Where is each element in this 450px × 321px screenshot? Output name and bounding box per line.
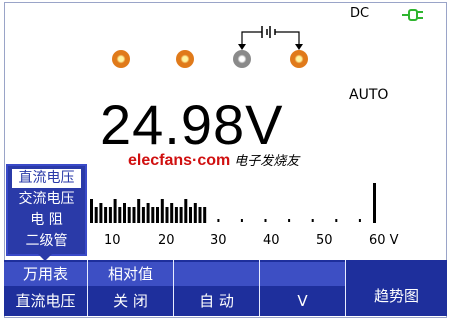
softkey-bar: 万用表 直流电压 相对值 关 闭 自 动 V 趋势图 [4, 260, 447, 316]
softkey-1[interactable]: 万用表 直流电压 [4, 260, 88, 316]
bar-segment [189, 207, 192, 223]
softkey-5[interactable]: 趋势图 [346, 260, 447, 316]
watermark: elecfans·com 电子发烧友 [128, 150, 299, 170]
softkey-5-value: 趋势图 [373, 287, 419, 305]
bar-segment [170, 203, 174, 223]
bar-segment [94, 207, 98, 223]
softkey-1-value: 直流电压 [15, 292, 76, 310]
range-mode-indicator: AUTO [349, 87, 389, 103]
softkey-2-value: 关 闭 [113, 292, 148, 310]
softkey-4[interactable]: V [260, 260, 346, 316]
bar-segment [179, 207, 183, 223]
scale-label-30: 30 [210, 233, 227, 248]
main-reading: 24.98V [100, 93, 284, 156]
softkey-2[interactable]: 相对值 关 闭 [88, 260, 174, 316]
bar-segment [193, 203, 197, 223]
mode-item-dc-voltage[interactable]: 直流电压 [11, 168, 82, 189]
jack-2-icon [176, 50, 194, 68]
scale-label-20: 20 [158, 233, 175, 248]
bar-segment [151, 207, 155, 223]
bar-segment [198, 207, 202, 223]
battery-connection-icon [238, 26, 303, 50]
mode-item-resistance[interactable]: 电 阻 [8, 210, 85, 231]
full-scale-marker [373, 183, 376, 223]
bar-graph [90, 183, 376, 223]
scale-label-60: 60 V [369, 233, 399, 248]
scale-label-50: 50 [316, 233, 333, 248]
bar-segment [165, 207, 169, 223]
bar-segment [156, 207, 159, 223]
bar-segment [146, 203, 150, 223]
jack-com-icon [233, 50, 251, 68]
bar-segment [141, 207, 145, 223]
bar-segment [184, 199, 188, 223]
scale-tick [264, 219, 267, 222]
coupling-indicator: DC [350, 6, 370, 21]
bar-segment [137, 199, 141, 223]
jack-1-icon [112, 50, 130, 68]
input-jacks [112, 22, 322, 82]
bar-segment [104, 207, 108, 223]
softkey-4-value: V [297, 292, 308, 310]
scale-tick [311, 219, 314, 222]
bar-scale-labels: 10 20 30 40 50 60 V [0, 233, 450, 249]
watermark-latin: elecfans·com [128, 152, 231, 169]
bar-segment [174, 207, 178, 223]
bar-segment [127, 207, 131, 223]
watermark-cn: 电子发烧友 [234, 154, 300, 169]
bar-segment [160, 199, 164, 223]
softkey-1-title: 万用表 [4, 262, 87, 286]
scale-label-10: 10 [104, 233, 121, 248]
bar-segment [203, 207, 207, 223]
mode-item-ac-voltage[interactable]: 交流电压 [8, 189, 85, 210]
scale-tick [288, 219, 291, 222]
scale-tick [240, 219, 243, 222]
jack-volt-icon [290, 50, 308, 68]
softkey-4-title [260, 262, 345, 286]
plug-icon [402, 6, 424, 25]
bar-segment [99, 203, 103, 223]
bar-segment [113, 199, 117, 223]
softkey-3[interactable]: 自 动 [174, 260, 260, 316]
scale-tick [358, 219, 361, 222]
scale-label-40: 40 [263, 233, 280, 248]
bar-segment [132, 207, 136, 223]
softkey-3-title [174, 262, 259, 286]
scale-tick [217, 219, 220, 222]
bar-segment [118, 207, 122, 223]
bar-segment [108, 207, 112, 223]
scale-tick [335, 219, 338, 222]
softkey-3-value: 自 动 [199, 292, 234, 310]
softkey-2-title: 相对值 [88, 262, 173, 286]
bar-segment [123, 203, 126, 223]
bar-segment [90, 199, 93, 223]
